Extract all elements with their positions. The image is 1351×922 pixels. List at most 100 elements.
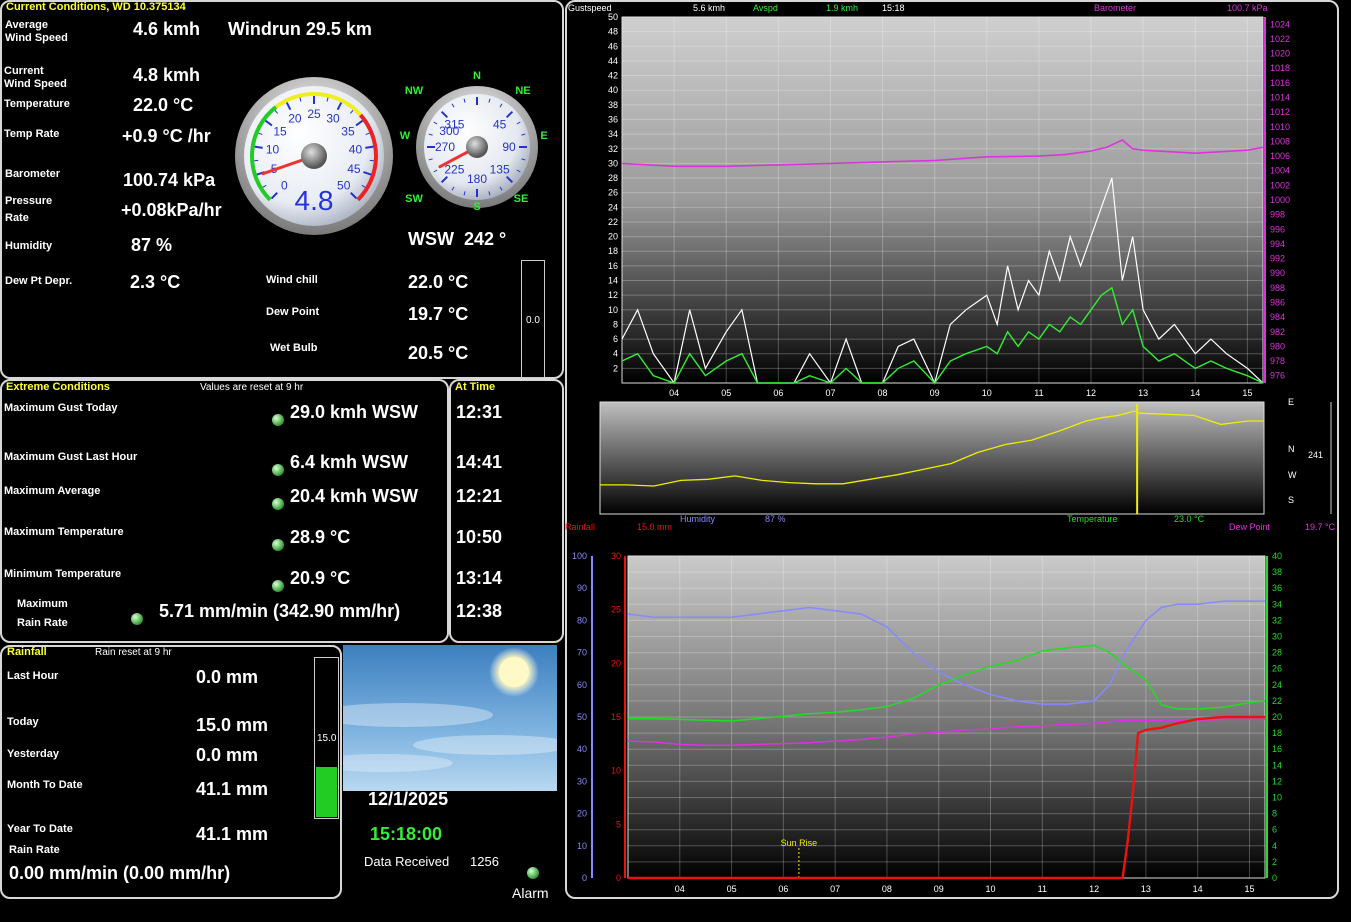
wind-compass: 300315 4590135180225270 [416,86,538,208]
right-axis-tick: 1002 [1270,180,1290,190]
right-axis-tick: 994 [1270,239,1285,249]
extreme-indicator-icon [272,539,284,551]
temp-axis-tick: 24 [1272,680,1282,690]
cur-wind-label: Current Wind Speed [4,65,67,90]
x-axis-tick: 13 [1141,884,1151,894]
humidity-axis-tick: 0 [582,873,587,883]
x-axis-tick: 14 [1190,388,1200,398]
humidity-axis-tick: 40 [577,744,587,754]
humidity-axis-tick: 90 [577,583,587,593]
wind-chart-plot-area [621,16,1264,384]
wind-speed-gauge: 05101520253035404550 4.8 [235,77,393,235]
x-axis-tick: 14 [1193,884,1203,894]
dew-point-label: Dew Point [266,306,320,318]
gauge-tick-label: 25 [307,107,321,121]
direction-current-value: 241 [1308,450,1323,460]
left-axis-tick: 42 [608,71,618,81]
temp-axis-tick: 12 [1272,776,1282,786]
gauge-tick-label: 0 [281,179,288,193]
direction-chart-plot-area [599,401,1265,515]
compass-point-e: E [540,130,548,142]
x-axis-tick: 09 [930,388,940,398]
gauge-tick-label: 40 [349,142,363,156]
extreme-label: Maximum Rain Rate [17,598,68,629]
rain-axis-tick: 0 [616,873,621,883]
left-axis-tick: 40 [608,85,618,95]
legend-humidity-value: 87 % [765,514,786,524]
alarm-label[interactable]: Alarm [512,885,549,901]
legend-gustspeed-value: 5.6 kmh [693,3,725,13]
cur-wind-value: 4.8 kmh [133,65,201,85]
legend-rainfall-value: 15.0 mm [637,522,672,532]
right-axis-tick: 980 [1270,341,1285,351]
legend-dew-point-value: 19.7 °C [1305,522,1336,532]
temp-rate-value: +0.9 °C /hr [122,126,211,146]
left-axis-tick: 14 [608,276,618,286]
right-axis-tick: 1010 [1270,122,1290,132]
humidity-axis-tick: 80 [577,615,587,625]
right-axis-tick: 1014 [1270,93,1290,103]
extreme-label: Maximum Average [4,485,101,497]
extreme-time: 10:50 [456,527,503,547]
right-axis-tick: 998 [1270,210,1285,220]
right-axis-tick: 986 [1270,297,1285,307]
status-date: 12/1/2025 [368,789,449,809]
extreme-value: 29.0 kmh WSW [290,402,419,422]
temp-axis-tick: 30 [1272,632,1282,642]
x-axis-tick: 12 [1086,388,1096,398]
rain-axis-tick: 15 [611,712,621,722]
right-axis-tick: 982 [1270,327,1285,337]
right-axis-tick: 976 [1270,371,1285,381]
left-axis-tick: 48 [608,27,618,37]
temp-axis-tick: 22 [1272,696,1282,706]
legend-temperature-value: 23.0 °C [1174,514,1205,524]
current-conditions-title: Current Conditions, WD 10.375134 [6,1,186,13]
extreme-reset-note: Values are reset at 9 hr [200,382,304,393]
x-axis-tick: 04 [669,388,679,398]
legend-avspd: Avspd [753,3,778,13]
compass-point-w: W [399,130,411,142]
dew-point-value: 19.7 °C [408,304,469,324]
temp-axis-tick: 0 [1272,873,1277,883]
rain-row-value: 0.0 mm [196,745,259,765]
right-axis-tick: 1016 [1270,78,1290,88]
x-axis-tick: 12 [1089,884,1099,894]
compass-point-nw: NW [404,85,424,97]
wind-chill-label: Wind chill [266,274,318,286]
dewpt-depr-value: 2.3 °C [130,272,181,292]
left-axis-tick: 24 [608,202,618,212]
extreme-indicator-icon [272,414,284,426]
x-axis-tick: 08 [878,388,888,398]
data-received-label: Data Received [364,854,450,869]
temp-axis-tick: 2 [1272,857,1277,867]
rain-axis-tick: 5 [616,819,621,829]
speed-gauge-readout: 4.8 [295,185,334,216]
rain-bar-value: 15.0 [317,733,337,744]
left-axis-tick: 36 [608,114,618,124]
compass-degree-label: 270 [435,140,455,154]
legend-humidity: Humidity [680,514,716,524]
compass-degree-label: 90 [502,140,516,154]
x-axis-tick: 07 [830,884,840,894]
left-axis-tick: 16 [608,261,618,271]
data-received-value: 1256 [470,854,499,869]
extreme-label: Maximum Gust Today [4,402,118,414]
temp-axis-tick: 20 [1272,712,1282,722]
right-axis-tick: 1008 [1270,136,1290,146]
extreme-indicator-icon [272,464,284,476]
extreme-indicator-icon [272,580,284,592]
direction-axis-label: E [1288,397,1294,407]
temp-axis-tick: 32 [1272,615,1282,625]
legend-temperature: Temperature [1067,514,1118,524]
humidity-axis-tick: 70 [577,648,587,658]
temp-axis-tick: 34 [1272,599,1282,609]
humidity-axis-tick: 20 [577,809,587,819]
extreme-indicator-icon [272,498,284,510]
rain-axis-tick: 10 [611,766,621,776]
extreme-conditions-title: Extreme Conditions [6,381,110,393]
wind-chill-value: 22.0 °C [408,272,469,292]
left-axis-tick: 26 [608,188,618,198]
right-axis-tick: 1004 [1270,166,1290,176]
left-axis-tick: 12 [608,290,618,300]
left-axis-tick: 46 [608,41,618,51]
